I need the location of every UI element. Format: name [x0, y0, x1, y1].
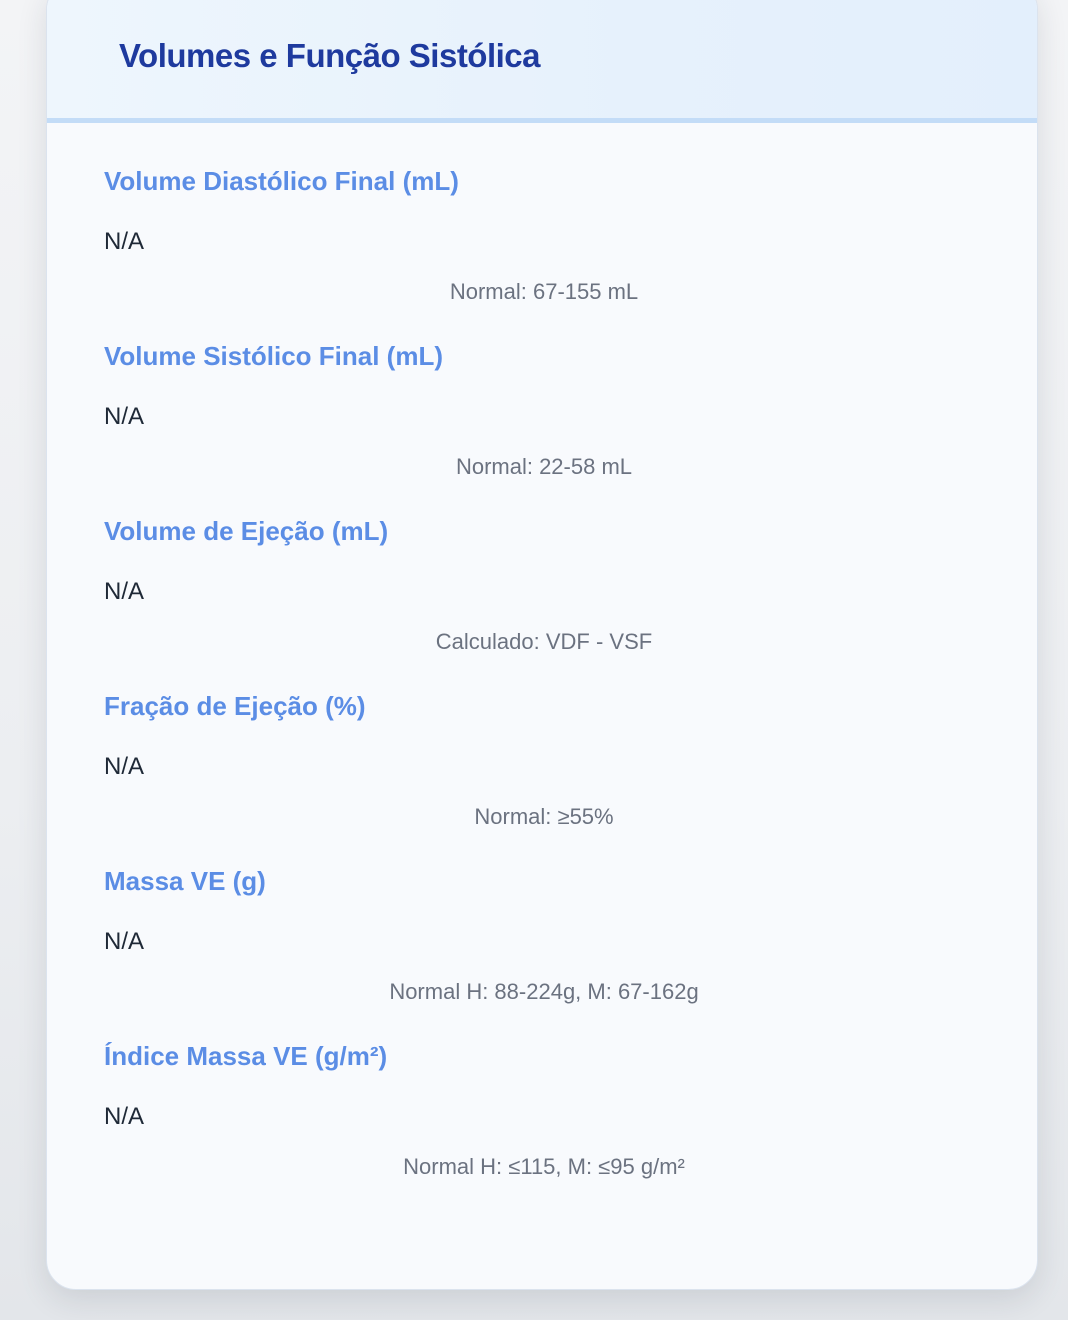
card-title: Volumes e Função Sistólica [119, 37, 541, 74]
field-massa-ve: Massa VE (g) N/A Normal H: 88-224g, M: 6… [104, 866, 984, 1041]
field-volume-diastolico-final: Volume Diastólico Final (mL) N/A Normal:… [104, 166, 984, 341]
field-value[interactable]: N/A [104, 228, 144, 256]
field-label: Massa VE (g) [104, 866, 266, 896]
field-hint: Normal H: 88-224g, M: 67-162g [389, 979, 699, 1004]
fields-list: Volume Diastólico Final (mL) N/A Normal:… [104, 166, 984, 1216]
field-hint: Calculado: VDF - VSF [435, 629, 653, 654]
volumes-card: Volumes e Função Sistólica Volume Diastó… [46, 0, 1038, 1290]
field-label: Volume Sistólico Final (mL) [104, 341, 443, 371]
field-label: Volume de Ejeção (mL) [104, 516, 389, 546]
field-value[interactable]: N/A [104, 1103, 144, 1131]
field-value[interactable]: N/A [104, 578, 144, 606]
field-value[interactable]: N/A [104, 403, 144, 431]
field-label: Índice Massa VE (g/m²) [104, 1041, 388, 1071]
field-volume-de-ejecao: Volume de Ejeção (mL) N/A Calculado: VDF… [104, 516, 984, 691]
card-header: Volumes e Função Sistólica [47, 0, 1037, 123]
field-value[interactable]: N/A [104, 928, 144, 956]
field-hint: Normal: ≥55% [474, 804, 614, 829]
field-indice-massa-ve: Índice Massa VE (g/m²) N/A Normal H: ≤11… [104, 1041, 984, 1216]
field-label: Fração de Ejeção (%) [104, 691, 366, 721]
field-value[interactable]: N/A [104, 753, 144, 781]
field-hint: Normal H: ≤115, M: ≤95 g/m² [403, 1154, 685, 1179]
field-hint: Normal: 22-58 mL [455, 454, 633, 479]
field-fracao-de-ejecao: Fração de Ejeção (%) N/A Normal: ≥55% [104, 691, 984, 866]
field-label: Volume Diastólico Final (mL) [104, 166, 459, 196]
field-hint: Normal: 67-155 mL [449, 279, 639, 304]
field-volume-sistolico-final: Volume Sistólico Final (mL) N/A Normal: … [104, 341, 984, 516]
